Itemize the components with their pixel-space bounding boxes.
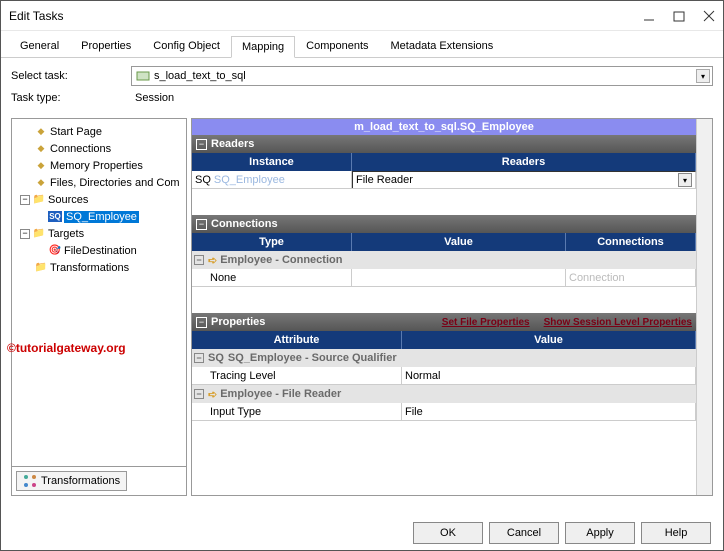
maximize-button[interactable] — [673, 10, 685, 22]
connections-column-headers: Type Value Connections — [192, 233, 696, 251]
vertical-scrollbar[interactable] — [696, 119, 712, 495]
transformations-icon — [23, 474, 37, 488]
sq-icon: SQ — [208, 352, 224, 364]
tree-memory-properties[interactable]: ◆Memory Properties — [14, 157, 184, 174]
sq-icon: SQ — [195, 174, 211, 186]
tree-bottom-bar: Transformations — [12, 466, 186, 495]
titlebar: Edit Tasks — [1, 1, 723, 31]
task-icon — [136, 69, 150, 83]
tab-properties[interactable]: Properties — [70, 35, 142, 57]
minimize-button[interactable] — [643, 10, 655, 22]
collapse-icon[interactable]: − — [196, 317, 207, 328]
properties-group1[interactable]: − SQ SQ_Employee - Source Qualifier — [192, 349, 696, 367]
show-session-level-properties-link[interactable]: Show Session Level Properties — [544, 317, 692, 328]
collapse-icon[interactable]: − — [20, 195, 30, 205]
task-type-value: Session — [131, 90, 713, 106]
detail-panel: m_load_text_to_sql.SQ_Employee − Readers… — [191, 118, 713, 496]
transformations-tab-button[interactable]: Transformations — [16, 471, 127, 491]
readers-row[interactable]: SQ SQ_Employee File Reader ▾ — [192, 171, 696, 189]
arrow-icon: ➪ — [208, 254, 217, 267]
path-header: m_load_text_to_sql.SQ_Employee — [192, 119, 696, 135]
tab-metadata-extensions[interactable]: Metadata Extensions — [380, 35, 505, 57]
tab-mapping[interactable]: Mapping — [231, 36, 295, 58]
tree-sq-employee[interactable]: SQSQ_Employee — [14, 208, 184, 225]
tree: ◆Start Page ◆Connections ◆Memory Propert… — [12, 119, 186, 466]
dialog-button-bar: OK Cancel Apply Help — [413, 522, 711, 544]
set-file-properties-link[interactable]: Set File Properties — [442, 317, 530, 328]
properties-row-tracing[interactable]: Tracing Level Normal — [192, 367, 696, 385]
collapse-icon[interactable]: − — [20, 229, 30, 239]
close-button[interactable] — [703, 10, 715, 22]
folder-icon: 📁 — [32, 193, 46, 207]
connections-group-header[interactable]: − ➪ Employee - Connection — [192, 251, 696, 269]
window-title: Edit Tasks — [9, 9, 643, 23]
collapse-icon[interactable]: − — [196, 219, 207, 230]
cancel-button[interactable]: Cancel — [489, 522, 559, 544]
chevron-down-icon[interactable]: ▾ — [678, 173, 692, 187]
tree-files-dirs[interactable]: ◆Files, Directories and Com — [14, 174, 184, 191]
tree-sources[interactable]: −📁Sources — [14, 191, 184, 208]
connections-row[interactable]: None Connection — [192, 269, 696, 287]
folder-icon: 📁 — [34, 261, 48, 275]
select-task-value: s_load_text_to_sql — [154, 70, 246, 82]
properties-group2[interactable]: − ➪ Employee - File Reader — [192, 385, 696, 403]
tree-start-page[interactable]: ◆Start Page — [14, 123, 184, 140]
tree-connections[interactable]: ◆Connections — [14, 140, 184, 157]
collapse-icon[interactable]: − — [196, 139, 207, 150]
select-task-dropdown[interactable]: s_load_text_to_sql ▾ — [131, 66, 713, 86]
tree-panel: ◆Start Page ◆Connections ◆Memory Propert… — [11, 118, 187, 496]
collapse-icon[interactable]: − — [194, 255, 204, 265]
tab-general[interactable]: General — [9, 35, 70, 57]
apply-button[interactable]: Apply — [565, 522, 635, 544]
diamond-icon: ◆ — [34, 142, 48, 156]
tab-bar: General Properties Config Object Mapping… — [1, 31, 723, 58]
tree-transformations[interactable]: 📁Transformations — [14, 259, 184, 276]
target-icon: 🎯 — [48, 244, 62, 258]
tab-components[interactable]: Components — [295, 35, 379, 57]
collapse-icon[interactable]: − — [194, 353, 204, 363]
tree-filedestination[interactable]: 🎯FileDestination — [14, 242, 184, 259]
chevron-down-icon: ▾ — [696, 69, 710, 83]
help-button[interactable]: Help — [641, 522, 711, 544]
tab-config-object[interactable]: Config Object — [142, 35, 231, 57]
tree-targets[interactable]: −📁Targets — [14, 225, 184, 242]
properties-column-headers: Attribute Value — [192, 331, 696, 349]
diamond-icon: ◆ — [34, 176, 48, 190]
diamond-icon: ◆ — [34, 159, 48, 173]
arrow-icon: ➪ — [208, 388, 217, 401]
task-type-label: Task type: — [11, 92, 131, 104]
properties-row-input-type[interactable]: Input Type File — [192, 403, 696, 421]
connections-section-header: − Connections — [192, 215, 696, 233]
collapse-icon[interactable]: − — [194, 389, 204, 399]
watermark: ©tutorialgateway.org — [7, 341, 126, 355]
ok-button[interactable]: OK — [413, 522, 483, 544]
readers-column-headers: Instance Readers — [192, 153, 696, 171]
diamond-icon: ◆ — [34, 125, 48, 139]
select-task-label: Select task: — [11, 70, 131, 82]
folder-icon: 📁 — [32, 227, 46, 241]
sq-icon: SQ — [48, 211, 62, 222]
readers-section-header: − Readers — [192, 135, 696, 153]
properties-section-header: − Properties Set File Properties Show Se… — [192, 313, 696, 331]
